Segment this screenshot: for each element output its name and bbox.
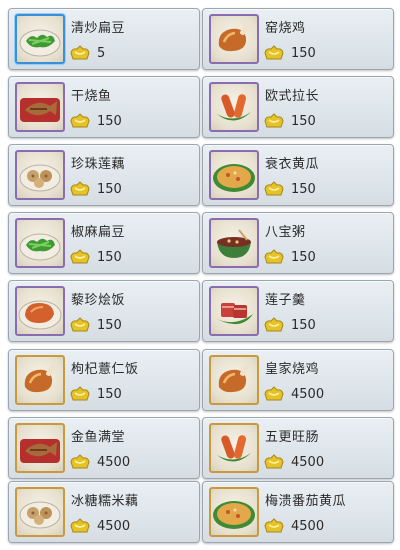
porridge-bowl-icon	[209, 218, 259, 268]
dish-price: 150	[291, 317, 316, 333]
price-row: 150	[69, 179, 122, 199]
dish-price: 150	[97, 181, 122, 197]
dish-name: 欧式拉长	[265, 89, 320, 104]
price-row: 150	[69, 247, 122, 267]
gold-ingot-icon	[264, 518, 284, 533]
dish-card-huangjia-shaoji[interactable]: 皇家烧鸡 4500	[202, 349, 394, 411]
dish-name: 冰糖糯米藕	[71, 494, 139, 509]
meat-on-leaf-icon	[209, 286, 259, 336]
price-row: 4500	[69, 452, 130, 472]
dish-name: 珍珠莲藕	[71, 157, 126, 172]
dish-price: 4500	[291, 518, 325, 534]
gold-ingot-icon	[70, 518, 90, 533]
roast-chicken-icon	[209, 14, 259, 64]
price-row: 4500	[263, 452, 324, 472]
gold-ingot-icon	[70, 454, 90, 469]
dish-name: 干烧鱼	[71, 89, 112, 104]
dish-name: 莲子羹	[265, 293, 306, 308]
fried-rice-plate-icon	[209, 487, 259, 537]
lotus-root-icon	[15, 487, 65, 537]
dish-price: 150	[97, 317, 122, 333]
dish-price: 4500	[97, 518, 131, 534]
green-beans-icon	[15, 218, 65, 268]
dish-name: 金鱼满堂	[71, 430, 126, 445]
dish-price: 150	[291, 181, 316, 197]
price-row: 150	[69, 315, 122, 335]
gold-ingot-icon	[70, 386, 90, 401]
dish-name: 五更旺肠	[265, 430, 320, 445]
green-beans-icon	[15, 14, 65, 64]
dish-name: 窑烧鸡	[265, 21, 306, 36]
dish-price: 5	[97, 45, 106, 61]
dish-price: 150	[97, 113, 122, 129]
gold-ingot-icon	[264, 249, 284, 264]
dish-name: 枸杞薏仁饭	[71, 362, 139, 377]
price-row: 150	[69, 384, 122, 404]
sausage-icon	[209, 423, 259, 473]
gold-ingot-icon	[70, 113, 90, 128]
gold-ingot-icon	[264, 45, 284, 60]
dish-card-jiaoma-biandou[interactable]: 椒麻扁豆 150	[8, 212, 200, 274]
roast-chicken-icon	[15, 355, 65, 405]
dish-name: 椒麻扁豆	[71, 225, 126, 240]
dish-price: 150	[97, 386, 122, 402]
dish-card-oushi-lachang[interactable]: 欧式拉长 150	[202, 76, 394, 138]
dish-price: 4500	[97, 454, 131, 470]
dish-price: 150	[291, 45, 316, 61]
gold-ingot-icon	[70, 45, 90, 60]
gold-ingot-icon	[70, 181, 90, 196]
dish-card-shuaiyi-huanggua[interactable]: 衰衣黄瓜 150	[202, 144, 394, 206]
dish-name: 梅溃番茄黄瓜	[265, 494, 347, 509]
price-row: 150	[263, 247, 316, 267]
dish-name: 八宝粥	[265, 225, 306, 240]
dish-card-ganshao-yu[interactable]: 干烧鱼 150	[8, 76, 200, 138]
gold-ingot-icon	[264, 181, 284, 196]
braised-fish-icon	[15, 423, 65, 473]
roast-chicken-icon	[209, 355, 259, 405]
dish-card-jinyu-mantang[interactable]: 金鱼满堂 4500	[8, 417, 200, 479]
dish-name: 清炒扁豆	[71, 21, 126, 36]
dish-price: 150	[291, 249, 316, 265]
dish-card-bingtang-nuomi-ou[interactable]: 冰糖糯米藕 4500	[8, 481, 200, 543]
price-row: 5	[69, 43, 105, 63]
braised-fish-icon	[15, 82, 65, 132]
dish-card-zhenzhu-lianou[interactable]: 珍珠莲藕 150	[8, 144, 200, 206]
dish-card-yaoshao-ji[interactable]: 窑烧鸡 150	[202, 8, 394, 70]
dish-price: 150	[97, 249, 122, 265]
dish-price: 4500	[291, 386, 325, 402]
dish-shop-panel: 清炒扁豆 5 窑烧鸡 150 干烧鱼 150 欧式拉长 150 珍珠莲藕 150…	[0, 0, 400, 550]
price-row: 4500	[69, 516, 130, 536]
dish-name: 皇家烧鸡	[265, 362, 320, 377]
price-row: 4500	[263, 384, 324, 404]
price-row: 150	[69, 111, 122, 131]
sausage-icon	[209, 82, 259, 132]
gold-ingot-icon	[264, 454, 284, 469]
dish-card-gouqi-yiren-fan[interactable]: 枸杞薏仁饭 150	[8, 349, 200, 411]
price-row: 150	[263, 43, 316, 63]
dish-price: 150	[291, 113, 316, 129]
price-row: 150	[263, 111, 316, 131]
dish-name: 藜珍烩饭	[71, 293, 126, 308]
dish-name: 衰衣黄瓜	[265, 157, 320, 172]
roast-chicken-plate-icon	[15, 286, 65, 336]
fried-rice-plate-icon	[209, 150, 259, 200]
gold-ingot-icon	[70, 317, 90, 332]
price-row: 150	[263, 179, 316, 199]
dish-card-babao-zhou[interactable]: 八宝粥 150	[202, 212, 394, 274]
dish-card-qingchao-biandou[interactable]: 清炒扁豆 5	[8, 8, 200, 70]
price-row: 4500	[263, 516, 324, 536]
dish-card-wugeng-wangchang[interactable]: 五更旺肠 4500	[202, 417, 394, 479]
gold-ingot-icon	[264, 386, 284, 401]
dish-price: 4500	[291, 454, 325, 470]
lotus-root-icon	[15, 150, 65, 200]
gold-ingot-icon	[70, 249, 90, 264]
dish-card-meikui-fanqie-huanggua[interactable]: 梅溃番茄黄瓜 4500	[202, 481, 394, 543]
gold-ingot-icon	[264, 317, 284, 332]
gold-ingot-icon	[264, 113, 284, 128]
dish-card-lianzi-geng[interactable]: 莲子羹 150	[202, 280, 394, 342]
price-row: 150	[263, 315, 316, 335]
dish-card-lizhen-huifan[interactable]: 藜珍烩饭 150	[8, 280, 200, 342]
